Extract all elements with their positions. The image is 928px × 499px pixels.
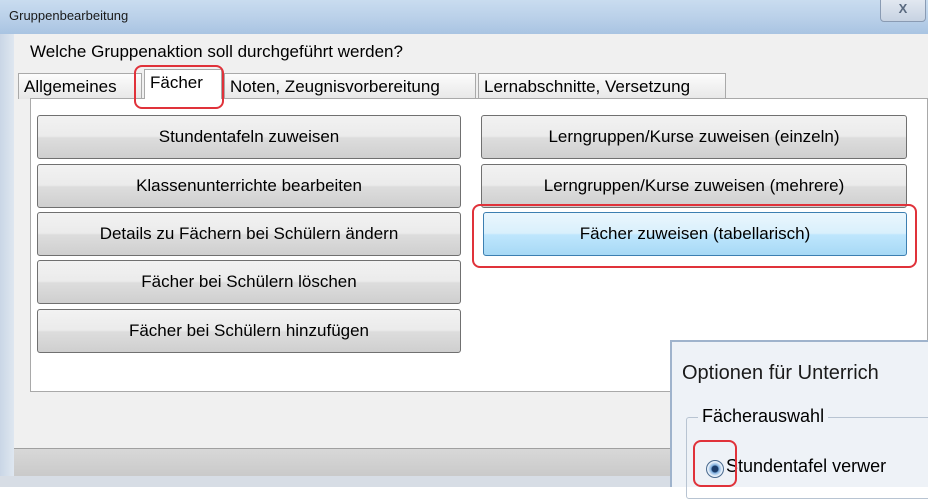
close-button[interactable]: X: [880, 0, 926, 22]
title-bar: Gruppenbearbeitung X: [0, 0, 928, 34]
window-frame-edge: [0, 34, 14, 476]
stundentafeln-zuweisen-button[interactable]: Stundentafeln zuweisen: [37, 115, 461, 159]
highlight-radio: [693, 440, 737, 487]
stundentafel-radio-label: Stundentafel verwer: [726, 456, 887, 476]
tab-noten-zeugnisvorbereitung[interactable]: Noten, Zeugnisvorbereitung: [224, 73, 476, 99]
window-title: Gruppenbearbeitung: [9, 8, 129, 23]
details-faecher-aendern-button[interactable]: Details zu Fächern bei Schülern ändern: [37, 212, 461, 256]
highlight-tab-faecher: [134, 65, 224, 109]
tab-lernabschnitte-versetzung[interactable]: Lernabschnitte, Versetzung: [478, 73, 726, 99]
klassenunterrichte-bearbeiten-button[interactable]: Klassenunterrichte bearbeiten: [37, 164, 461, 208]
action-prompt: Welche Gruppenaktion soll durchgeführt w…: [30, 42, 403, 61]
highlight-tabellarisch-button: [472, 204, 917, 268]
faecher-hinzufuegen-button[interactable]: Fächer bei Schülern hinzufügen: [37, 309, 461, 353]
faecherauswahl-label: Fächerauswahl: [698, 406, 829, 427]
tab-allgemeines[interactable]: Allgemeines: [18, 73, 142, 99]
options-dialog-title: Optionen für Unterrich: [682, 362, 879, 384]
faecher-loeschen-button[interactable]: Fächer bei Schülern löschen: [37, 260, 461, 304]
lerngruppen-mehrere-button[interactable]: Lerngruppen/Kurse zuweisen (mehrere): [481, 164, 907, 208]
lerngruppen-einzeln-button[interactable]: Lerngruppen/Kurse zuweisen (einzeln): [481, 115, 907, 159]
